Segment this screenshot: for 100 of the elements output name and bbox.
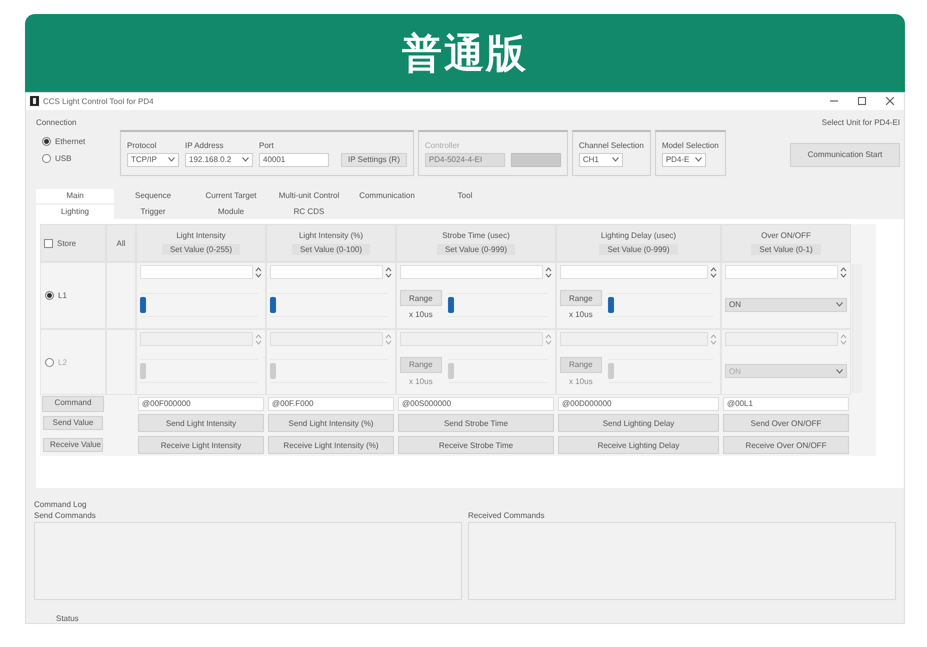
caret-icon [836, 302, 843, 308]
section-label: Command Log [34, 500, 88, 509]
field-label: IP Address [185, 140, 225, 150]
send-button[interactable]: Receive Over ON/OFF [723, 436, 849, 454]
send-button[interactable]: Send Light Intensity (%) [268, 414, 394, 432]
range-button[interactable]: Range [400, 290, 442, 306]
column-header: All [106, 224, 136, 262]
tab[interactable]: Trigger [114, 205, 192, 220]
send-button[interactable]: Receive Light Intensity (%) [268, 436, 394, 454]
banner-title: 普通版 [402, 30, 528, 78]
send-button[interactable]: Receive Strobe Time [398, 436, 554, 454]
value-field[interactable] [400, 265, 543, 280]
spinner-icon[interactable] [255, 266, 262, 278]
slider[interactable] [140, 292, 258, 317]
app-icon [30, 96, 39, 106]
store-checkbox[interactable] [44, 238, 53, 248]
column-label: Store [57, 238, 76, 248]
command-field[interactable]: @00F.F000 [268, 396, 394, 411]
set-value-button[interactable]: Set Value (0-1) [751, 244, 821, 256]
maximize-icon[interactable] [858, 97, 866, 106]
tab[interactable]: Multi-unit Control [270, 189, 348, 204]
set-value-button[interactable]: Set Value (0-999) [436, 244, 516, 256]
unit-label: x 10us [409, 376, 433, 386]
radio-option[interactable]: USB [42, 154, 116, 163]
set-value-button[interactable]: Set Value (0-100) [292, 244, 370, 256]
communication-start-button[interactable]: Communication Start [790, 142, 900, 167]
send-button[interactable]: Send Over ON/OFF [723, 414, 849, 432]
field-label: Protocol [127, 140, 158, 150]
command-button[interactable]: Command [42, 396, 104, 412]
command-field[interactable]: @00S000000 [398, 396, 554, 411]
send-button[interactable]: Receive Light Intensity [138, 436, 264, 454]
caret-icon [168, 157, 175, 162]
caret-icon [694, 157, 702, 162]
caret-icon [612, 157, 619, 162]
channel-radio[interactable]: L1 [45, 291, 67, 300]
radio-option[interactable]: Ethernet [42, 136, 116, 146]
tab[interactable]: Sequence [114, 189, 192, 204]
value-field[interactable] [270, 265, 383, 280]
slider-thumb[interactable] [140, 296, 146, 313]
value-field[interactable] [140, 265, 253, 280]
tab[interactable]: Module [192, 205, 270, 220]
spinner-icon[interactable] [545, 266, 552, 278]
input-field[interactable]: TCP/IP [127, 152, 179, 167]
field-label: Controller [424, 140, 461, 150]
input-field[interactable]: 40001 [259, 152, 329, 167]
caret-icon [836, 368, 843, 374]
send-button[interactable]: Send Strobe Time [398, 414, 554, 432]
unit-note: Select Unit for PD4-EI [822, 118, 900, 127]
spinner-icon[interactable] [840, 266, 847, 278]
send-button[interactable]: Receive Lighting Delay [558, 436, 719, 454]
send-button[interactable]: Send Lighting Delay [558, 414, 719, 432]
row-button[interactable]: Receive Value [43, 438, 103, 452]
controller-field: PD4-5024-4-EI [424, 152, 505, 167]
spinner-icon[interactable] [710, 266, 717, 278]
field-label: Received Commands [468, 510, 546, 520]
tab[interactable]: Main [36, 189, 114, 204]
row-button[interactable]: Send Value [43, 416, 103, 430]
slider-thumb[interactable] [270, 296, 276, 313]
section-label: Connection [36, 118, 78, 127]
column-title: Light Intensity (%) [298, 231, 364, 240]
tab[interactable]: Current Target [192, 189, 270, 204]
value-field[interactable] [560, 265, 708, 280]
command-field[interactable]: @00D000000 [558, 396, 719, 411]
value-field[interactable] [725, 265, 838, 280]
column-title: Over ON/OFF [761, 231, 811, 240]
tab[interactable]: Lighting [36, 205, 114, 220]
ip-settings-button[interactable]: IP Settings (R) [341, 152, 407, 167]
slider[interactable] [270, 292, 388, 317]
command-field[interactable]: @00L1 [723, 396, 849, 411]
slider-thumb[interactable] [608, 296, 614, 313]
unit-label: x 10us [409, 310, 433, 320]
field-label: Port [259, 140, 275, 150]
send-button[interactable]: Send Light Intensity [138, 414, 264, 432]
column-title: Lighting Delay (usec) [600, 231, 676, 240]
close-icon[interactable] [886, 97, 894, 106]
window-title: CCS Light Control Tool for PD4 [43, 96, 154, 106]
dropdown[interactable]: ON [725, 298, 847, 312]
slider[interactable] [448, 292, 548, 317]
set-value-button[interactable]: Set Value (0-999) [599, 244, 678, 256]
unit-label: x 10us [569, 310, 593, 320]
column-title: Light Intensity [176, 231, 226, 240]
caret-icon [242, 157, 249, 162]
slider[interactable] [608, 292, 713, 317]
field-label: Channel Selection [578, 140, 644, 150]
field-label: Send Commands [34, 510, 97, 520]
input-field[interactable]: CH1 [578, 152, 623, 167]
unit-label: x 10us [569, 376, 593, 386]
input-field[interactable]: 192.168.0.2 [185, 152, 253, 167]
spinner-icon[interactable] [385, 266, 392, 278]
slider-thumb[interactable] [448, 296, 454, 313]
column-title: Strobe Time (usec) [442, 231, 510, 240]
tab[interactable]: RC CDS [270, 205, 348, 220]
tab[interactable]: Tool [426, 189, 504, 204]
field-label: Model Selection [662, 140, 719, 150]
command-field[interactable]: @00F000000 [138, 396, 264, 411]
set-value-button[interactable]: Set Value (0-255) [162, 244, 240, 256]
status-label: Status [56, 614, 80, 623]
range-button[interactable]: Range [560, 290, 602, 306]
tab[interactable]: Communication [348, 189, 426, 204]
input-field[interactable]: PD4-E [662, 152, 706, 167]
